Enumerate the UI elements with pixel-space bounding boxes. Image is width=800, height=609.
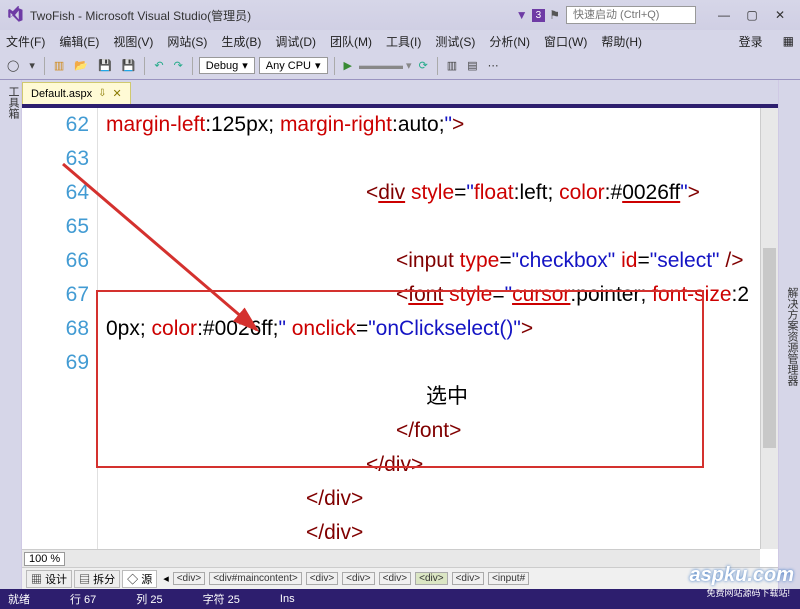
menu-debug[interactable]: 调试(D) [275,33,316,50]
redo-icon[interactable]: ↷ [171,56,186,76]
refresh-icon[interactable]: ⟳ [416,56,431,76]
split-view-button[interactable]: ▤ 拆分 [74,570,120,588]
menu-window[interactable]: 窗口(W) [544,33,587,50]
breadcrumb-item[interactable]: <input# [488,572,529,585]
tab-close-icon[interactable]: ✕ [113,87,122,100]
tab-title: Default.aspx [31,88,92,100]
tool-icon-1[interactable]: ▥ [444,56,460,76]
maximize-button[interactable]: ▢ [738,8,766,22]
horizontal-scrollbar[interactable]: 100 % [22,549,760,567]
user-icon[interactable]: ▦ [783,34,794,48]
breadcrumb-item[interactable]: <div> [415,572,447,585]
breadcrumb-item[interactable]: <div> [173,572,205,585]
menu-tools[interactable]: 工具(I) [386,33,421,50]
start-debug-button[interactable]: ▶ [341,56,355,76]
breadcrumb-item[interactable]: <div#maincontent> [209,572,302,585]
menu-view[interactable]: 视图(V) [113,33,153,50]
code-editor[interactable]: 6263646566676869 margin-left:125px; marg… [22,104,778,567]
status-ready: 就绪 [8,591,30,607]
toolbar: ◯ ▾ ▥ 📂 💾 💾 ↶ ↷ Debug ▾ Any CPU ▾ ▶ ▬▬▬▬… [0,52,800,80]
platform-dropdown[interactable]: Any CPU ▾ [259,57,328,74]
status-line: 行 67 [70,591,96,607]
watermark-sub: 免费网站源码下载站! [706,586,790,599]
close-button[interactable]: ✕ [766,8,794,22]
window-titlebar: TwoFish - Microsoft Visual Studio(管理员) ▼… [0,0,800,30]
menu-analyze[interactable]: 分析(N) [489,33,530,50]
pin-icon[interactable]: ⇩ [98,88,106,99]
open-icon[interactable]: 📂 [71,56,91,76]
config-dropdown[interactable]: Debug ▾ [199,57,255,74]
status-ins: Ins [280,593,295,605]
breadcrumb-item[interactable]: <div> [379,572,411,585]
document-area: Default.aspx ⇩ ✕ 6263646566676869 margin… [22,80,778,589]
tab-strip: Default.aspx ⇩ ✕ [22,80,778,104]
caret-down-icon[interactable]: ▼ [516,8,528,22]
quick-launch-input[interactable] [566,6,696,24]
document-tab[interactable]: Default.aspx ⇩ ✕ [22,82,131,104]
sign-in-link[interactable]: 登录 [739,33,763,50]
toolbox-panel[interactable]: 工具箱 [0,80,22,589]
new-doc-icon[interactable]: ▥ [51,56,67,76]
code-content[interactable]: margin-left:125px; margin-right:auto;"><… [98,108,756,567]
vertical-scrollbar[interactable] [760,108,778,549]
browser-select[interactable]: ▬▬▬▬ ▾ [359,59,412,72]
minimize-button[interactable]: — [710,8,738,22]
menu-team[interactable]: 团队(M) [330,33,372,50]
tool-icon-2[interactable]: ▤ [464,56,480,76]
menu-website[interactable]: 网站(S) [167,33,207,50]
menu-file[interactable]: 文件(F) [6,33,45,50]
right-panel-tabs: 解决方案资源管理器 团队资源管理器 属性 [778,80,800,589]
flag-icon[interactable]: ⚑ [549,8,560,22]
status-char: 字符 25 [203,591,240,607]
undo-icon[interactable]: ↶ [151,56,166,76]
status-col: 列 25 [136,591,162,607]
nav-fwd-button[interactable]: ▾ [26,56,38,76]
menu-edit[interactable]: 编辑(E) [59,33,99,50]
breadcrumb-item[interactable]: <div> [342,572,374,585]
watermark: aspku.com [690,564,794,587]
notification-badge[interactable]: 3 [532,9,546,22]
view-mode-strip: ▦ 设计 ▤ 拆分 ◇ 源 ◂ <div> <div#maincontent> … [22,567,778,589]
breadcrumb-item[interactable]: <div> [452,572,484,585]
zoom-level[interactable]: 100 % [24,552,65,566]
save-icon[interactable]: 💾 [95,56,115,76]
tool-icon-3[interactable]: ⋯ [485,56,502,76]
menu-help[interactable]: 帮助(H) [601,33,642,50]
source-view-button[interactable]: ◇ 源 [122,570,157,588]
solution-explorer-tab[interactable]: 解决方案资源管理器 [784,287,800,386]
statusbar: 就绪 行 67 列 25 字符 25 Ins [0,589,800,609]
line-number-gutter: 6263646566676869 [22,108,98,567]
menu-test[interactable]: 测试(S) [435,33,475,50]
workspace: 工具箱 Default.aspx ⇩ ✕ 6263646566676869 ma… [0,80,800,589]
design-view-button[interactable]: ▦ 设计 [26,570,72,588]
breadcrumb-item[interactable]: <div> [306,572,338,585]
vs-logo-icon [6,6,24,24]
menu-build[interactable]: 生成(B) [221,33,261,50]
menubar: 文件(F) 编辑(E) 视图(V) 网站(S) 生成(B) 调试(D) 团队(M… [0,30,800,52]
window-title: TwoFish - Microsoft Visual Studio(管理员) [30,7,251,24]
save-all-icon[interactable]: 💾 [119,56,139,76]
nav-back-button[interactable]: ◯ [4,56,22,76]
